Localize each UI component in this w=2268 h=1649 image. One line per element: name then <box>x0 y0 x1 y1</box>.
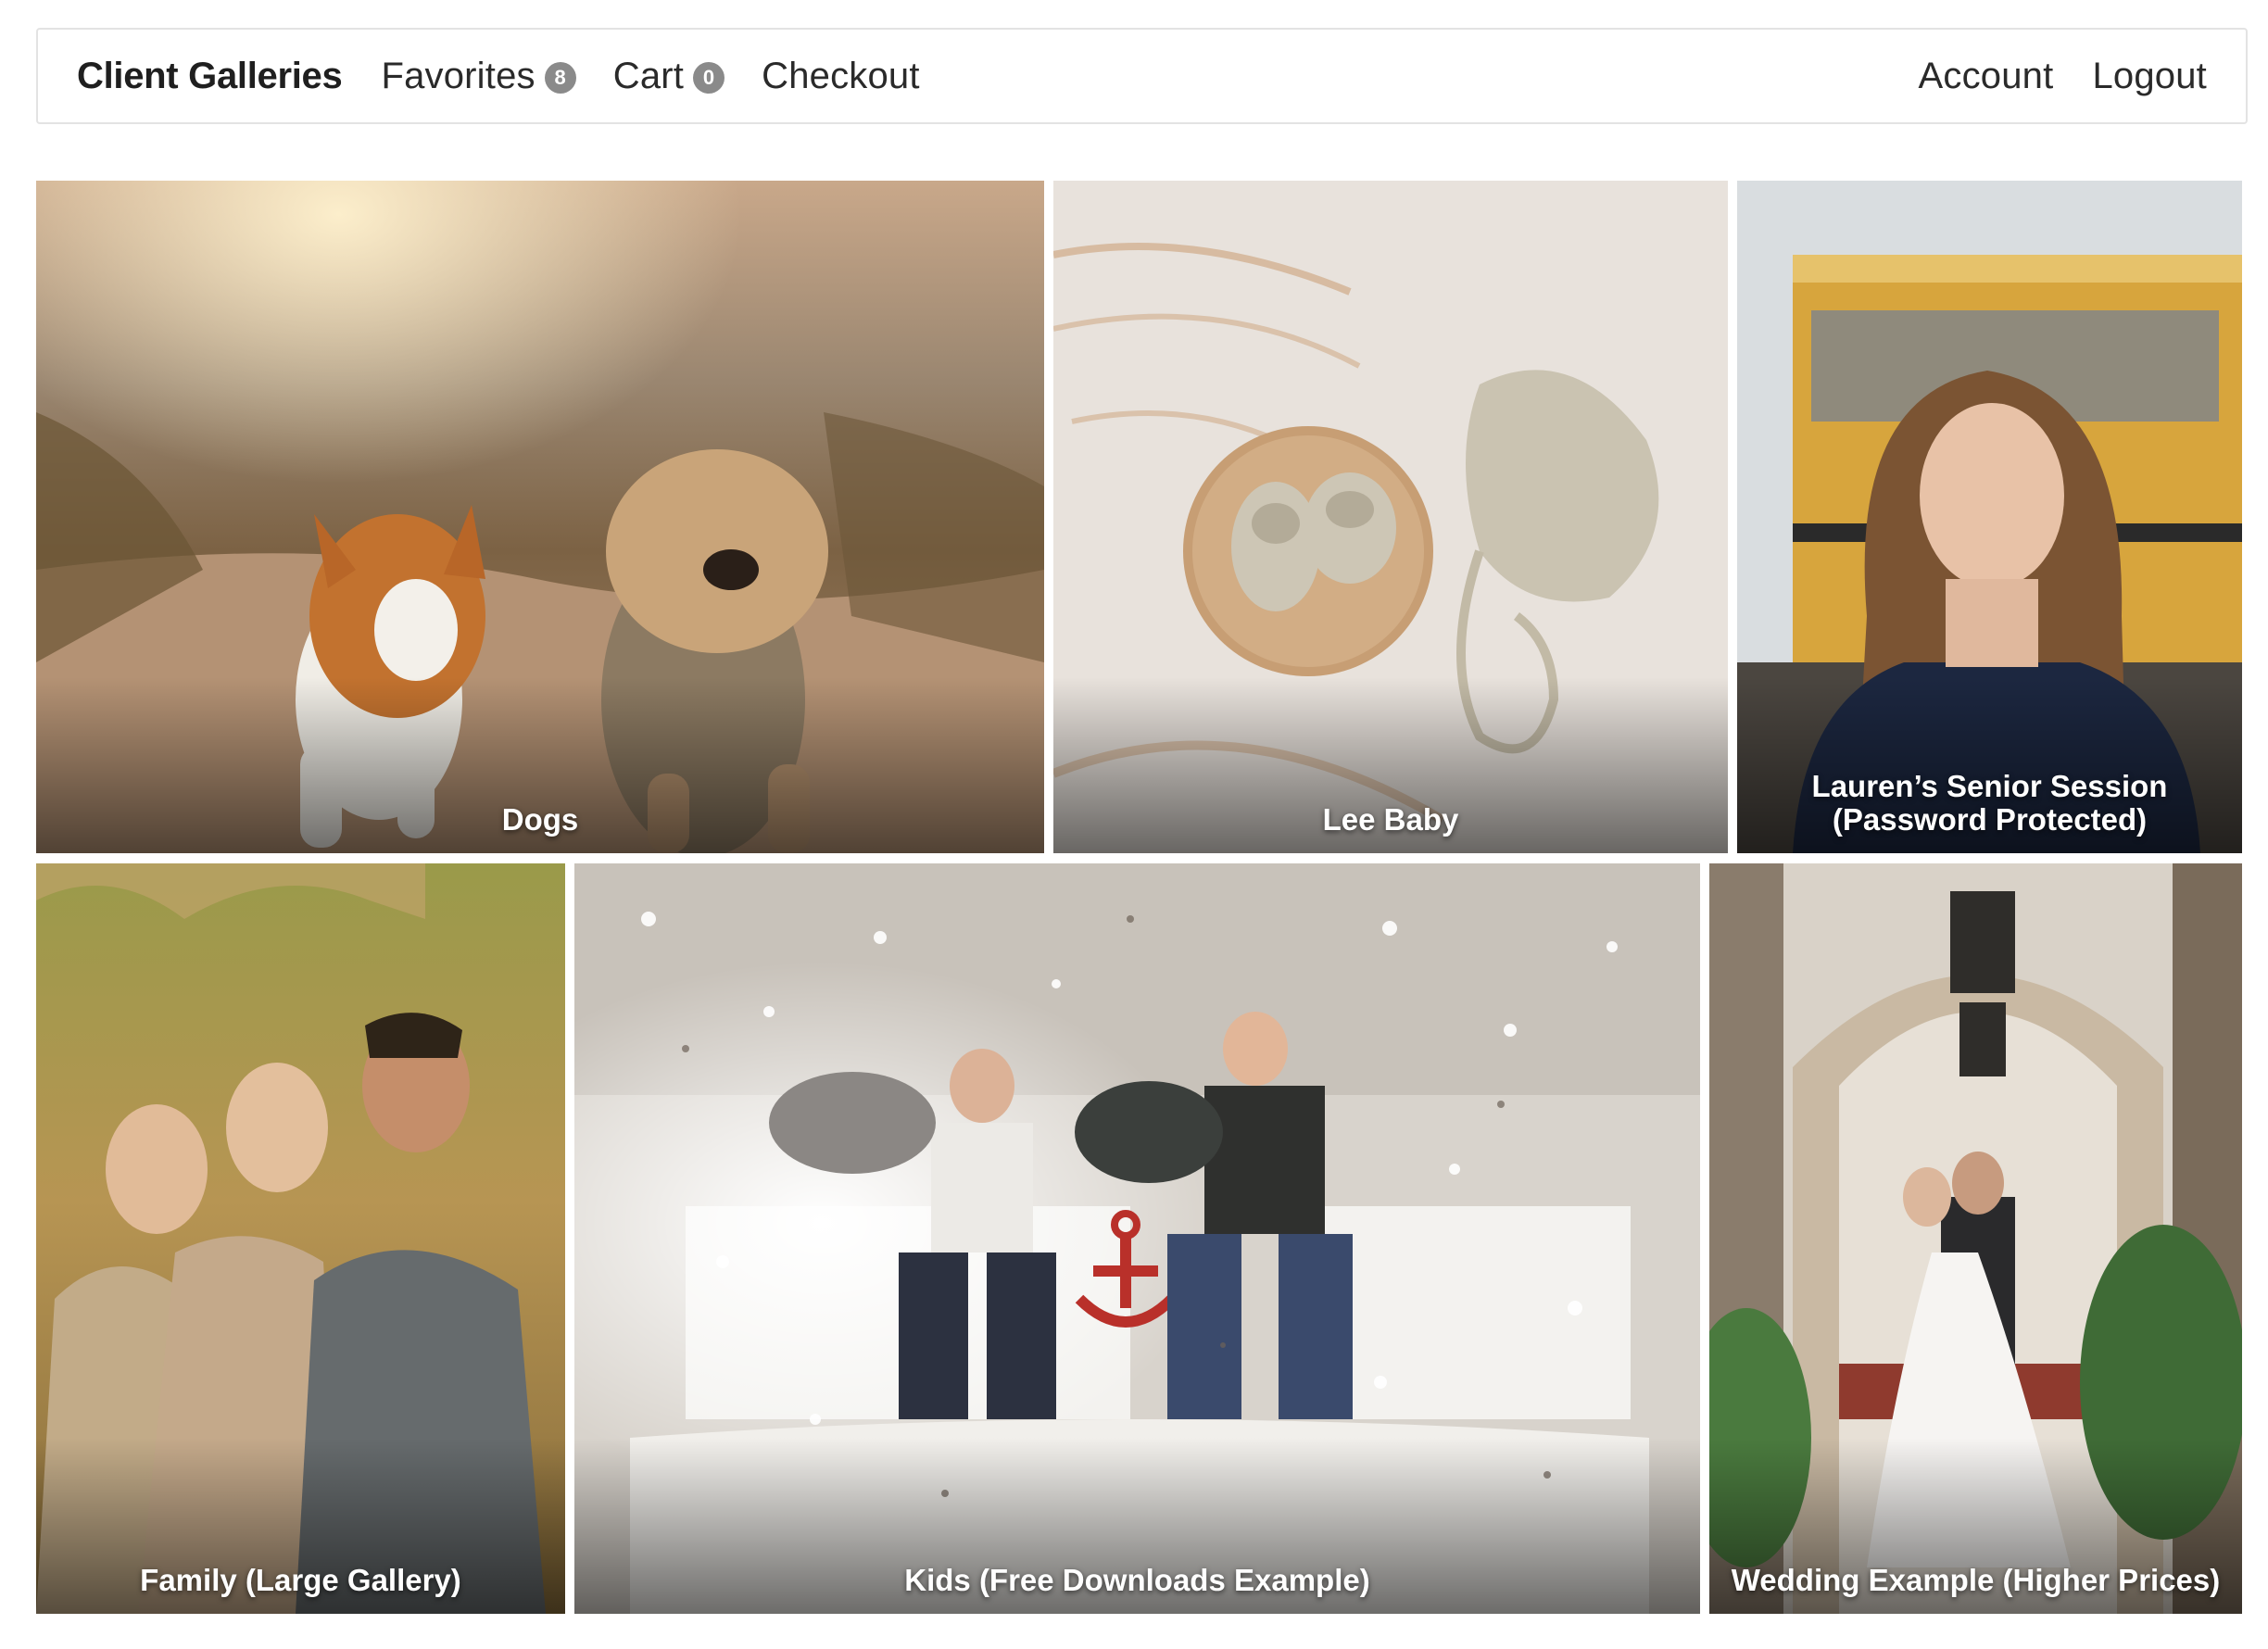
gallery-title: Lauren’s Senior Session (Password Protec… <box>1811 769 2168 837</box>
gallery-title: Wedding Example (Higher Prices) <box>1731 1563 2221 1597</box>
logout-link[interactable]: Logout <box>2092 56 2207 97</box>
gallery-tile-wedding[interactable]: Wedding Example (Higher Prices) <box>1709 863 2242 1614</box>
favorites-count-badge: 8 <box>544 62 576 94</box>
gallery-tile-lee-baby[interactable]: Lee Baby <box>1053 181 1728 853</box>
cart-link[interactable]: Cart 0 <box>612 55 725 97</box>
favorites-label: Favorites <box>381 55 536 96</box>
account-link[interactable]: Account <box>1919 56 2054 97</box>
cart-label: Cart <box>612 55 685 96</box>
gallery-tile-dogs[interactable]: Dogs <box>36 181 1044 853</box>
gallery-title: Family (Large Gallery) <box>140 1563 461 1597</box>
gallery-title: Lee Baby <box>1322 802 1459 837</box>
nav-left-group: Client Galleries Favorites 8 Cart 0 Chec… <box>77 56 920 97</box>
gallery-title: Kids (Free Downloads Example) <box>904 1563 1370 1597</box>
checkout-link[interactable]: Checkout <box>762 56 920 97</box>
top-navbar: Client Galleries Favorites 8 Cart 0 Chec… <box>36 28 2248 124</box>
gallery-tile-lauren-senior[interactable]: Lauren’s Senior Session (Password Protec… <box>1737 181 2242 853</box>
favorites-link[interactable]: Favorites 8 <box>381 55 576 97</box>
gallery-title: Dogs <box>501 802 579 837</box>
cart-count-badge: 0 <box>693 62 725 94</box>
nav-right-group: Account Logout <box>1919 56 2207 97</box>
brand-link[interactable]: Client Galleries <box>77 56 343 97</box>
gallery-tile-family[interactable]: Family (Large Gallery) <box>36 863 565 1614</box>
gallery-tile-kids[interactable]: Kids (Free Downloads Example) <box>574 863 1700 1614</box>
